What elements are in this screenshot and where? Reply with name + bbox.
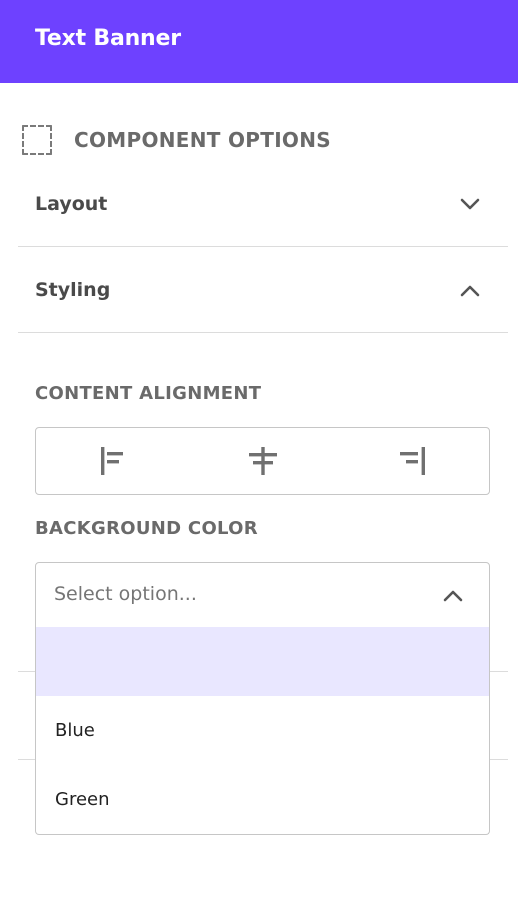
option-blue[interactable]: Blue — [36, 696, 489, 765]
accordion-styling[interactable]: Styling — [18, 247, 508, 333]
header-bar: Text Banner — [0, 0, 518, 83]
align-left-icon — [100, 447, 123, 475]
align-center-button[interactable] — [187, 428, 338, 494]
align-right-button[interactable] — [338, 428, 489, 494]
align-center-icon — [248, 447, 277, 475]
option-empty[interactable] — [36, 627, 489, 696]
content-alignment-label: CONTENT ALIGNMENT — [35, 383, 262, 404]
option-green[interactable]: Green — [36, 765, 489, 834]
dashed-square-icon — [22, 125, 52, 155]
accordion-styling-label: Styling — [35, 279, 111, 301]
page-title: Text Banner — [35, 26, 181, 51]
align-right-icon — [399, 447, 425, 475]
background-color-options: Blue Green — [35, 627, 490, 835]
chevron-down-icon[interactable] — [458, 192, 482, 216]
section-title: COMPONENT OPTIONS — [74, 128, 331, 152]
background-color-label: BACKGROUND COLOR — [35, 518, 258, 539]
component-options-heading: COMPONENT OPTIONS — [22, 124, 502, 156]
select-placeholder: Select option... — [54, 583, 197, 605]
background-color-select[interactable]: Select option... — [35, 562, 490, 628]
accordion-layout[interactable]: Layout — [18, 161, 508, 247]
align-left-button[interactable] — [36, 428, 187, 494]
content-alignment-group — [35, 427, 490, 495]
accordion-layout-label: Layout — [35, 193, 108, 215]
chevron-up-icon[interactable] — [458, 279, 482, 303]
chevron-up-icon[interactable] — [441, 584, 465, 608]
